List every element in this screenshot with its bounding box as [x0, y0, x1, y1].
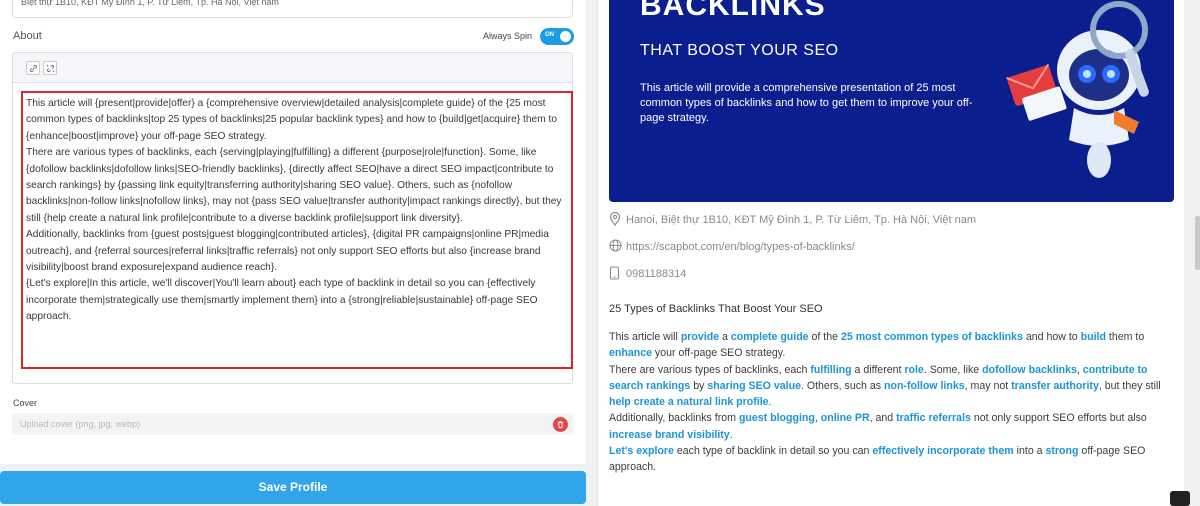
editor-paragraph: There are various types of backlinks, ea… [26, 147, 562, 224]
save-profile-button[interactable]: Save Profile [0, 471, 586, 504]
profile-preview-card: BACKLINKS THAT BOOST YOUR SEO This artic… [597, 0, 1184, 506]
keyword-link[interactable]: guest blogging [739, 412, 815, 424]
banner-subheadline: THAT BOOST YOUR SEO [640, 42, 839, 59]
keyword-link[interactable]: role [904, 364, 923, 376]
preview-text: into a [1013, 445, 1046, 458]
preview-text: . [729, 428, 733, 441]
preview-text: , but they still [1098, 379, 1161, 392]
about-label: About [13, 30, 42, 42]
preview-paragraph: This article will provide a complete gui… [609, 329, 1174, 362]
keyword-link[interactable]: Let's explore [609, 445, 674, 457]
preview-title: 25 Types of Backlinks That Boost Your SE… [609, 303, 823, 315]
keyword-link[interactable]: dofollow backlinks [982, 364, 1077, 376]
map-pin-icon [609, 212, 621, 226]
keyword-link[interactable]: increase brand visibility [609, 429, 730, 441]
keyword-link[interactable]: online PR [821, 412, 870, 424]
preview-text: a [719, 331, 731, 343]
keyword-link[interactable]: transfer authority [1011, 380, 1099, 392]
profile-editor-panel: Biệt thự 1B10, KĐT Mỹ Đình 1, P. Từ Liêm… [0, 0, 586, 506]
preview-paragraph: Let's explore each type of backlink in d… [609, 443, 1174, 476]
preview-paragraph: Additionally, backlinks from guest blogg… [609, 410, 1174, 443]
preview-text: , and [869, 412, 897, 425]
unlink-icon[interactable] [43, 61, 57, 75]
corner-widget-button[interactable] [1170, 491, 1190, 506]
keyword-link[interactable]: effectively incorporate them [872, 445, 1013, 457]
trash-icon[interactable] [553, 417, 568, 432]
cover-banner: BACKLINKS THAT BOOST YOUR SEO This artic… [609, 0, 1174, 202]
banner-headline: BACKLINKS [640, 0, 826, 22]
preview-body: This article will provide a complete gui… [609, 329, 1174, 476]
page-scrollbar[interactable] [1195, 216, 1200, 270]
preview-text: . [768, 396, 772, 409]
keyword-link[interactable]: build [1081, 331, 1106, 343]
preview-text: of the [808, 331, 841, 343]
profile-editor-card: Biệt thự 1B10, KĐT Mỹ Đình 1, P. Từ Liêm… [0, 0, 586, 464]
preview-paragraph: There are various types of backlinks, ea… [609, 362, 1174, 411]
preview-text: . Some, like [923, 363, 983, 376]
link-icon[interactable] [26, 61, 40, 75]
keyword-link[interactable]: complete guide [731, 331, 809, 343]
toggle-state-text: ON [545, 32, 554, 38]
always-spin-toggle[interactable]: ON [540, 28, 574, 45]
keyword-link[interactable]: provide [681, 331, 719, 343]
preview-text: by [690, 379, 708, 392]
keyword-link[interactable]: fulfilling [810, 364, 851, 376]
banner-description: This article will provide a comprehensiv… [640, 82, 973, 124]
keyword-link[interactable]: traffic referrals [896, 412, 971, 424]
keyword-link[interactable]: strong [1046, 445, 1079, 457]
keyword-link[interactable]: help create a natural link profile [609, 396, 769, 408]
about-textarea[interactable]: This article will {present|provide|offer… [21, 91, 573, 369]
preview-text: . Others, such as [800, 379, 884, 392]
about-editor: This article will {present|provide|offer… [12, 52, 573, 384]
preview-text: not only support SEO efforts but also [970, 412, 1147, 425]
always-spin-label: Always Spin [483, 31, 533, 41]
cover-label: Cover [13, 398, 38, 408]
cover-upload-input[interactable]: Upload cover (png, jpg, webp) [12, 413, 573, 435]
website-link[interactable]: https://scapbot.com/en/blog/types-of-bac… [626, 241, 855, 253]
keyword-link[interactable]: sharing SEO value [707, 380, 801, 392]
preview-text: your off-page SEO strategy. [651, 347, 786, 360]
editor-toolbar [13, 53, 572, 83]
robot-mascot-illustration [1006, 1, 1149, 178]
toggle-knob [560, 31, 571, 42]
phone-text: 0981188314 [626, 268, 687, 280]
globe-icon [609, 239, 622, 252]
keyword-link[interactable]: non-follow links [884, 380, 965, 392]
preview-text: a different [851, 363, 905, 376]
preview-text: , may not [964, 379, 1012, 392]
preview-text: each type of backlink in detail so you c… [673, 445, 873, 458]
address-field[interactable]: Biệt thự 1B10, KĐT Mỹ Đình 1, P. Từ Liêm… [12, 0, 573, 18]
keyword-link[interactable]: enhance [609, 347, 652, 359]
editor-paragraph: This article will {present|provide|offer… [26, 98, 558, 142]
preview-text: Additionally, backlinks from [609, 412, 739, 425]
editor-paragraph: Additionally, backlinks from {guest post… [26, 229, 549, 274]
phone-icon [609, 266, 620, 280]
preview-text: them to [1105, 331, 1145, 343]
address-text: Hanoi, Biệt thự 1B10, KĐT Mỹ Đình 1, P. … [626, 214, 976, 226]
preview-text: and how to [1022, 331, 1081, 343]
keyword-link[interactable]: 25 most common types of backlinks [841, 331, 1023, 343]
preview-text: This article will [609, 331, 681, 343]
editor-paragraph: {Let's explore|In this article, we'll di… [26, 278, 538, 323]
preview-text: There are various types of backlinks, ea… [609, 363, 811, 376]
